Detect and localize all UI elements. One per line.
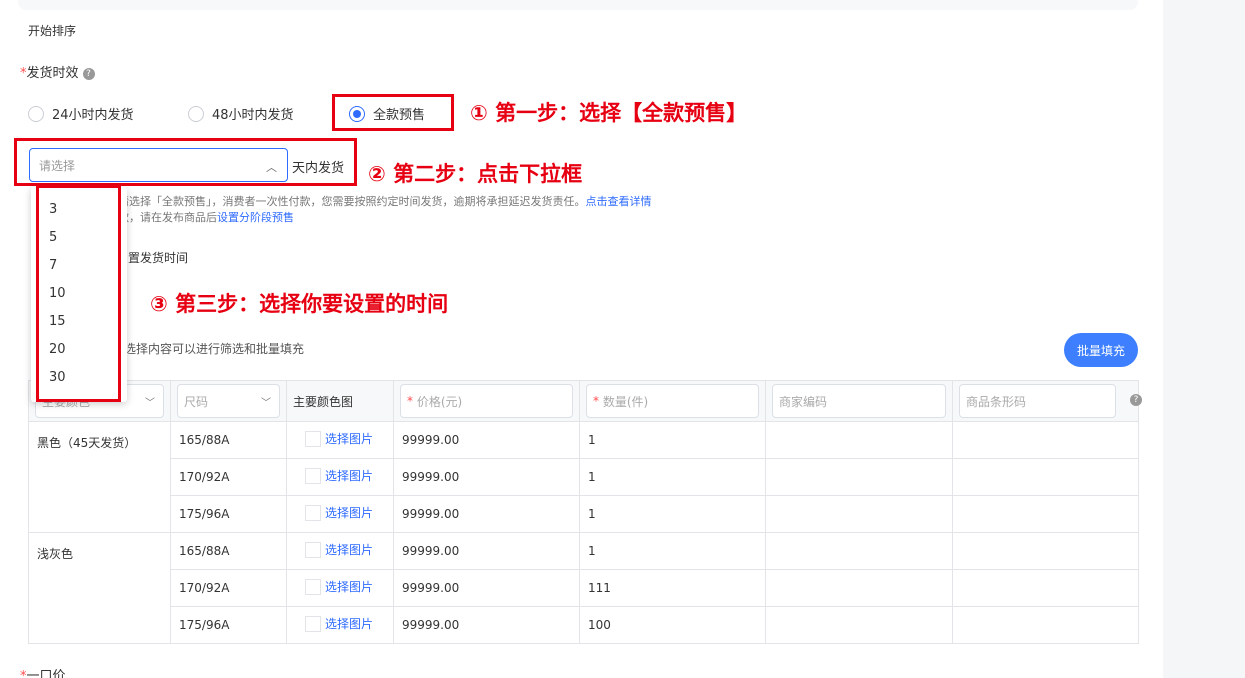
annotation-box-step3: [36, 185, 121, 402]
barcode-help-icon[interactable]: ?: [1130, 394, 1142, 406]
size-cell: 175/96A: [170, 606, 287, 644]
col-main-color-pic: 主要颜色图: [286, 380, 394, 422]
annotation-step3: ③ 第三步：选择你要设置的时间: [150, 292, 449, 316]
set-delivery-time-label: 置发货时间: [128, 251, 189, 265]
annotation-step1: ① 第一步：选择【全款预售】: [470, 101, 748, 125]
help-icon[interactable]: ?: [82, 68, 95, 80]
merchant-code-cell[interactable]: [765, 421, 953, 459]
col-price: * 价格(元): [393, 380, 580, 422]
radio-circle-icon: [28, 105, 44, 122]
barcode-cell[interactable]: [952, 458, 1139, 496]
pick-image-link[interactable]: 选择图片: [305, 430, 373, 447]
radio-label: 24小时内发货: [52, 108, 134, 123]
pick-image-link[interactable]: 选择图片: [305, 541, 373, 558]
size-cell: 165/88A: [170, 532, 287, 570]
quantity-cell[interactable]: 100: [579, 606, 766, 644]
price-cell[interactable]: 99999.00: [393, 569, 580, 607]
batch-fill-button[interactable]: 批量填充: [1064, 333, 1138, 367]
barcode-cell[interactable]: [952, 495, 1139, 533]
image-placeholder-icon: [305, 541, 321, 558]
start-sort-label: 开始排序: [28, 24, 77, 38]
annotation-box-step2: [14, 138, 357, 186]
table-row: 175/96A 选择图片 99999.00 1: [29, 495, 1139, 533]
barcode-cell[interactable]: [952, 532, 1139, 570]
radio-label: 48小时内发货: [212, 108, 294, 123]
quantity-cell[interactable]: 111: [579, 569, 766, 607]
color-cell: 浅灰色: [28, 532, 171, 644]
fixed-price-label: *一口价: [20, 669, 66, 678]
barcode-batch-input[interactable]: 商品条形码: [959, 384, 1116, 418]
table-header-row: 主要颜色﹀ 尺码﹀ 主要颜色图 * 价格(元) * 数量(件) 商家编码 商品条…: [28, 380, 1139, 422]
merchant-code-batch-input[interactable]: 商家编码: [772, 384, 946, 418]
radio-24h[interactable]: 24小时内发货: [28, 104, 134, 123]
col-merchant-code: 商家编码: [765, 380, 953, 422]
image-placeholder-icon: [305, 578, 321, 595]
annotation-box-step1: [332, 94, 454, 131]
pick-image-link[interactable]: 选择图片: [305, 578, 373, 595]
price-cell[interactable]: 99999.00: [393, 495, 580, 533]
price-cell[interactable]: 99999.00: [393, 421, 580, 459]
table-row: 浅灰色 165/88A 选择图片 99999.00 1: [28, 532, 1139, 644]
size-cell: 165/88A: [170, 421, 287, 459]
size-cell: 170/92A: [170, 458, 287, 496]
view-details-link[interactable]: 点击查看详情: [586, 195, 652, 208]
price-cell[interactable]: 99999.00: [393, 532, 580, 570]
quantity-batch-input[interactable]: * 数量(件): [586, 384, 759, 418]
col-size: 尺码 ﹀: [170, 380, 287, 422]
price-cell[interactable]: 99999.00: [393, 458, 580, 496]
right-gutter: [1163, 0, 1245, 678]
price-batch-input[interactable]: * 价格(元): [400, 384, 573, 418]
quantity-cell[interactable]: 1: [579, 532, 766, 570]
image-placeholder-icon: [305, 467, 321, 484]
pic-cell: 选择图片: [286, 421, 394, 459]
quantity-cell[interactable]: 1: [579, 421, 766, 459]
annotation-step2: ② 第二步：点击下拉框: [368, 162, 583, 186]
staged-presale-link[interactable]: 设置分阶段预售: [217, 211, 294, 224]
image-placeholder-icon: [305, 615, 321, 632]
pic-cell: 选择图片: [286, 569, 394, 607]
pic-cell: 选择图片: [286, 606, 394, 644]
merchant-code-cell[interactable]: [765, 532, 953, 570]
merchant-code-cell[interactable]: [765, 569, 953, 607]
color-cell: 黑色（45天发货）: [28, 421, 171, 533]
table-hint: 选择内容可以进行筛选和批量填充: [124, 342, 305, 356]
size-filter-select[interactable]: 尺码 ﹀: [177, 384, 280, 418]
col-quantity: * 数量(件): [579, 380, 766, 422]
radio-circle-icon: [188, 105, 204, 122]
price-cell[interactable]: 99999.00: [393, 606, 580, 644]
size-cell: 170/92A: [170, 569, 287, 607]
quantity-cell[interactable]: 1: [579, 458, 766, 496]
merchant-code-cell[interactable]: [765, 606, 953, 644]
table-row: 黑色（45天发货） 165/88A 选择图片 99999.00 1: [28, 421, 1139, 533]
image-placeholder-icon: [305, 430, 321, 447]
barcode-cell[interactable]: [952, 606, 1139, 644]
table-row: 170/92A 选择图片 99999.00 111: [29, 569, 1139, 607]
top-panel-edge: [18, 0, 1138, 10]
sku-table: 主要颜色﹀ 尺码﹀ 主要颜色图 * 价格(元) * 数量(件) 商家编码 商品条…: [28, 380, 1139, 644]
table-row: 170/92A 选择图片 99999.00 1: [29, 458, 1139, 496]
size-cell: 175/96A: [170, 495, 287, 533]
pic-cell: 选择图片: [286, 532, 394, 570]
barcode-cell[interactable]: [952, 421, 1139, 459]
pic-cell: 选择图片: [286, 458, 394, 496]
merchant-code-cell[interactable]: [765, 495, 953, 533]
presale-hint-line1: 请选择「全款预售」，消费者一次性付款，您需要按照约定时间发货，逾期将承担延迟发货…: [118, 195, 652, 208]
barcode-cell[interactable]: [952, 569, 1139, 607]
presale-hint-line2: 款，请在发布商品后设置分阶段预售: [118, 211, 294, 224]
col-barcode: 商品条形码: [952, 380, 1139, 422]
pick-image-link[interactable]: 选择图片: [305, 504, 373, 521]
pic-cell: 选择图片: [286, 495, 394, 533]
chevron-down-icon: ﹀: [145, 397, 155, 409]
pick-image-link[interactable]: 选择图片: [305, 467, 373, 484]
pick-image-link[interactable]: 选择图片: [305, 615, 373, 632]
table-row: 175/96A 选择图片 99999.00 100: [29, 606, 1139, 644]
image-placeholder-icon: [305, 504, 321, 521]
merchant-code-cell[interactable]: [765, 458, 953, 496]
radio-48h[interactable]: 48小时内发货: [188, 104, 294, 123]
quantity-cell[interactable]: 1: [579, 495, 766, 533]
delivery-time-label: *发货时效?: [20, 62, 95, 81]
chevron-down-icon: ﹀: [261, 397, 271, 409]
